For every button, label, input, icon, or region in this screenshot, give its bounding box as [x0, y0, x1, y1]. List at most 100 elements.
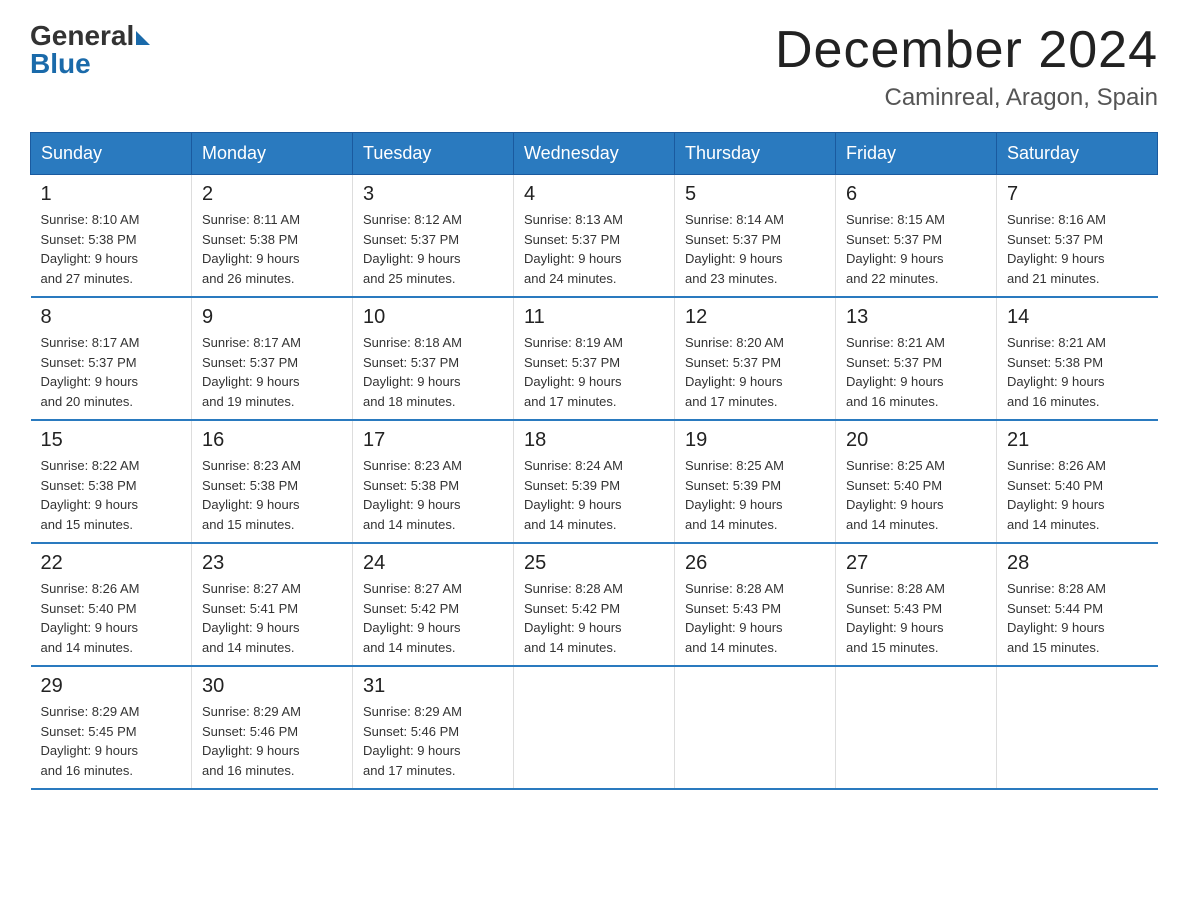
day-number: 31	[363, 675, 503, 698]
day-info: Sunrise: 8:17 AM Sunset: 5:37 PM Dayligh…	[202, 333, 342, 411]
table-row: 4 Sunrise: 8:13 AM Sunset: 5:37 PM Dayli…	[514, 175, 675, 298]
table-row: 20 Sunrise: 8:25 AM Sunset: 5:40 PM Dayl…	[836, 420, 997, 543]
calendar-week-row: 15 Sunrise: 8:22 AM Sunset: 5:38 PM Dayl…	[31, 420, 1158, 543]
logo-blue-text: Blue	[30, 48, 91, 80]
col-sunday: Sunday	[31, 133, 192, 175]
table-row: 15 Sunrise: 8:22 AM Sunset: 5:38 PM Dayl…	[31, 420, 192, 543]
table-row	[514, 666, 675, 789]
table-row: 17 Sunrise: 8:23 AM Sunset: 5:38 PM Dayl…	[353, 420, 514, 543]
day-number: 3	[363, 183, 503, 206]
day-number: 10	[363, 306, 503, 329]
table-row: 21 Sunrise: 8:26 AM Sunset: 5:40 PM Dayl…	[997, 420, 1158, 543]
day-number: 23	[202, 552, 342, 575]
day-info: Sunrise: 8:11 AM Sunset: 5:38 PM Dayligh…	[202, 210, 342, 288]
calendar-week-row: 22 Sunrise: 8:26 AM Sunset: 5:40 PM Dayl…	[31, 543, 1158, 666]
day-number: 21	[1007, 429, 1148, 452]
day-info: Sunrise: 8:23 AM Sunset: 5:38 PM Dayligh…	[363, 456, 503, 534]
month-title: December 2024	[775, 20, 1158, 80]
day-number: 1	[41, 183, 182, 206]
day-info: Sunrise: 8:22 AM Sunset: 5:38 PM Dayligh…	[41, 456, 182, 534]
day-number: 25	[524, 552, 664, 575]
day-number: 8	[41, 306, 182, 329]
day-number: 20	[846, 429, 986, 452]
day-info: Sunrise: 8:23 AM Sunset: 5:38 PM Dayligh…	[202, 456, 342, 534]
day-info: Sunrise: 8:10 AM Sunset: 5:38 PM Dayligh…	[41, 210, 182, 288]
table-row: 11 Sunrise: 8:19 AM Sunset: 5:37 PM Dayl…	[514, 297, 675, 420]
day-info: Sunrise: 8:24 AM Sunset: 5:39 PM Dayligh…	[524, 456, 664, 534]
day-info: Sunrise: 8:21 AM Sunset: 5:37 PM Dayligh…	[846, 333, 986, 411]
day-info: Sunrise: 8:20 AM Sunset: 5:37 PM Dayligh…	[685, 333, 825, 411]
location-title: Caminreal, Aragon, Spain	[775, 84, 1158, 112]
table-row: 25 Sunrise: 8:28 AM Sunset: 5:42 PM Dayl…	[514, 543, 675, 666]
day-number: 26	[685, 552, 825, 575]
day-number: 2	[202, 183, 342, 206]
col-friday: Friday	[836, 133, 997, 175]
table-row: 12 Sunrise: 8:20 AM Sunset: 5:37 PM Dayl…	[675, 297, 836, 420]
day-number: 29	[41, 675, 182, 698]
logo-arrow-icon	[136, 31, 150, 45]
day-info: Sunrise: 8:14 AM Sunset: 5:37 PM Dayligh…	[685, 210, 825, 288]
table-row: 27 Sunrise: 8:28 AM Sunset: 5:43 PM Dayl…	[836, 543, 997, 666]
day-info: Sunrise: 8:12 AM Sunset: 5:37 PM Dayligh…	[363, 210, 503, 288]
day-number: 28	[1007, 552, 1148, 575]
day-number: 4	[524, 183, 664, 206]
table-row: 16 Sunrise: 8:23 AM Sunset: 5:38 PM Dayl…	[192, 420, 353, 543]
table-row: 9 Sunrise: 8:17 AM Sunset: 5:37 PM Dayli…	[192, 297, 353, 420]
day-number: 12	[685, 306, 825, 329]
day-info: Sunrise: 8:17 AM Sunset: 5:37 PM Dayligh…	[41, 333, 182, 411]
calendar-table: Sunday Monday Tuesday Wednesday Thursday…	[30, 132, 1158, 790]
day-number: 5	[685, 183, 825, 206]
day-info: Sunrise: 8:27 AM Sunset: 5:42 PM Dayligh…	[363, 579, 503, 657]
table-row: 5 Sunrise: 8:14 AM Sunset: 5:37 PM Dayli…	[675, 175, 836, 298]
calendar-week-row: 1 Sunrise: 8:10 AM Sunset: 5:38 PM Dayli…	[31, 175, 1158, 298]
table-row: 13 Sunrise: 8:21 AM Sunset: 5:37 PM Dayl…	[836, 297, 997, 420]
table-row: 6 Sunrise: 8:15 AM Sunset: 5:37 PM Dayli…	[836, 175, 997, 298]
day-info: Sunrise: 8:25 AM Sunset: 5:39 PM Dayligh…	[685, 456, 825, 534]
table-row: 7 Sunrise: 8:16 AM Sunset: 5:37 PM Dayli…	[997, 175, 1158, 298]
day-info: Sunrise: 8:13 AM Sunset: 5:37 PM Dayligh…	[524, 210, 664, 288]
day-number: 30	[202, 675, 342, 698]
table-row: 8 Sunrise: 8:17 AM Sunset: 5:37 PM Dayli…	[31, 297, 192, 420]
table-row: 10 Sunrise: 8:18 AM Sunset: 5:37 PM Dayl…	[353, 297, 514, 420]
logo: General Blue	[30, 20, 150, 80]
table-row	[675, 666, 836, 789]
day-info: Sunrise: 8:29 AM Sunset: 5:46 PM Dayligh…	[363, 702, 503, 780]
page-header: General Blue December 2024 Caminreal, Ar…	[30, 20, 1158, 112]
col-saturday: Saturday	[997, 133, 1158, 175]
day-number: 18	[524, 429, 664, 452]
table-row: 24 Sunrise: 8:27 AM Sunset: 5:42 PM Dayl…	[353, 543, 514, 666]
day-info: Sunrise: 8:28 AM Sunset: 5:43 PM Dayligh…	[685, 579, 825, 657]
day-info: Sunrise: 8:29 AM Sunset: 5:46 PM Dayligh…	[202, 702, 342, 780]
day-info: Sunrise: 8:28 AM Sunset: 5:43 PM Dayligh…	[846, 579, 986, 657]
col-monday: Monday	[192, 133, 353, 175]
calendar-week-row: 29 Sunrise: 8:29 AM Sunset: 5:45 PM Dayl…	[31, 666, 1158, 789]
day-number: 7	[1007, 183, 1148, 206]
day-info: Sunrise: 8:26 AM Sunset: 5:40 PM Dayligh…	[1007, 456, 1148, 534]
day-number: 14	[1007, 306, 1148, 329]
table-row: 23 Sunrise: 8:27 AM Sunset: 5:41 PM Dayl…	[192, 543, 353, 666]
table-row: 30 Sunrise: 8:29 AM Sunset: 5:46 PM Dayl…	[192, 666, 353, 789]
table-row: 19 Sunrise: 8:25 AM Sunset: 5:39 PM Dayl…	[675, 420, 836, 543]
table-row	[836, 666, 997, 789]
calendar-week-row: 8 Sunrise: 8:17 AM Sunset: 5:37 PM Dayli…	[31, 297, 1158, 420]
table-row: 31 Sunrise: 8:29 AM Sunset: 5:46 PM Dayl…	[353, 666, 514, 789]
day-number: 17	[363, 429, 503, 452]
day-info: Sunrise: 8:21 AM Sunset: 5:38 PM Dayligh…	[1007, 333, 1148, 411]
table-row: 22 Sunrise: 8:26 AM Sunset: 5:40 PM Dayl…	[31, 543, 192, 666]
table-row: 18 Sunrise: 8:24 AM Sunset: 5:39 PM Dayl…	[514, 420, 675, 543]
table-row: 29 Sunrise: 8:29 AM Sunset: 5:45 PM Dayl…	[31, 666, 192, 789]
day-info: Sunrise: 8:29 AM Sunset: 5:45 PM Dayligh…	[41, 702, 182, 780]
table-row	[997, 666, 1158, 789]
day-number: 9	[202, 306, 342, 329]
day-number: 27	[846, 552, 986, 575]
day-number: 16	[202, 429, 342, 452]
day-number: 13	[846, 306, 986, 329]
table-row: 28 Sunrise: 8:28 AM Sunset: 5:44 PM Dayl…	[997, 543, 1158, 666]
day-number: 22	[41, 552, 182, 575]
table-row: 1 Sunrise: 8:10 AM Sunset: 5:38 PM Dayli…	[31, 175, 192, 298]
day-info: Sunrise: 8:16 AM Sunset: 5:37 PM Dayligh…	[1007, 210, 1148, 288]
day-info: Sunrise: 8:27 AM Sunset: 5:41 PM Dayligh…	[202, 579, 342, 657]
day-info: Sunrise: 8:26 AM Sunset: 5:40 PM Dayligh…	[41, 579, 182, 657]
day-number: 15	[41, 429, 182, 452]
day-info: Sunrise: 8:28 AM Sunset: 5:42 PM Dayligh…	[524, 579, 664, 657]
